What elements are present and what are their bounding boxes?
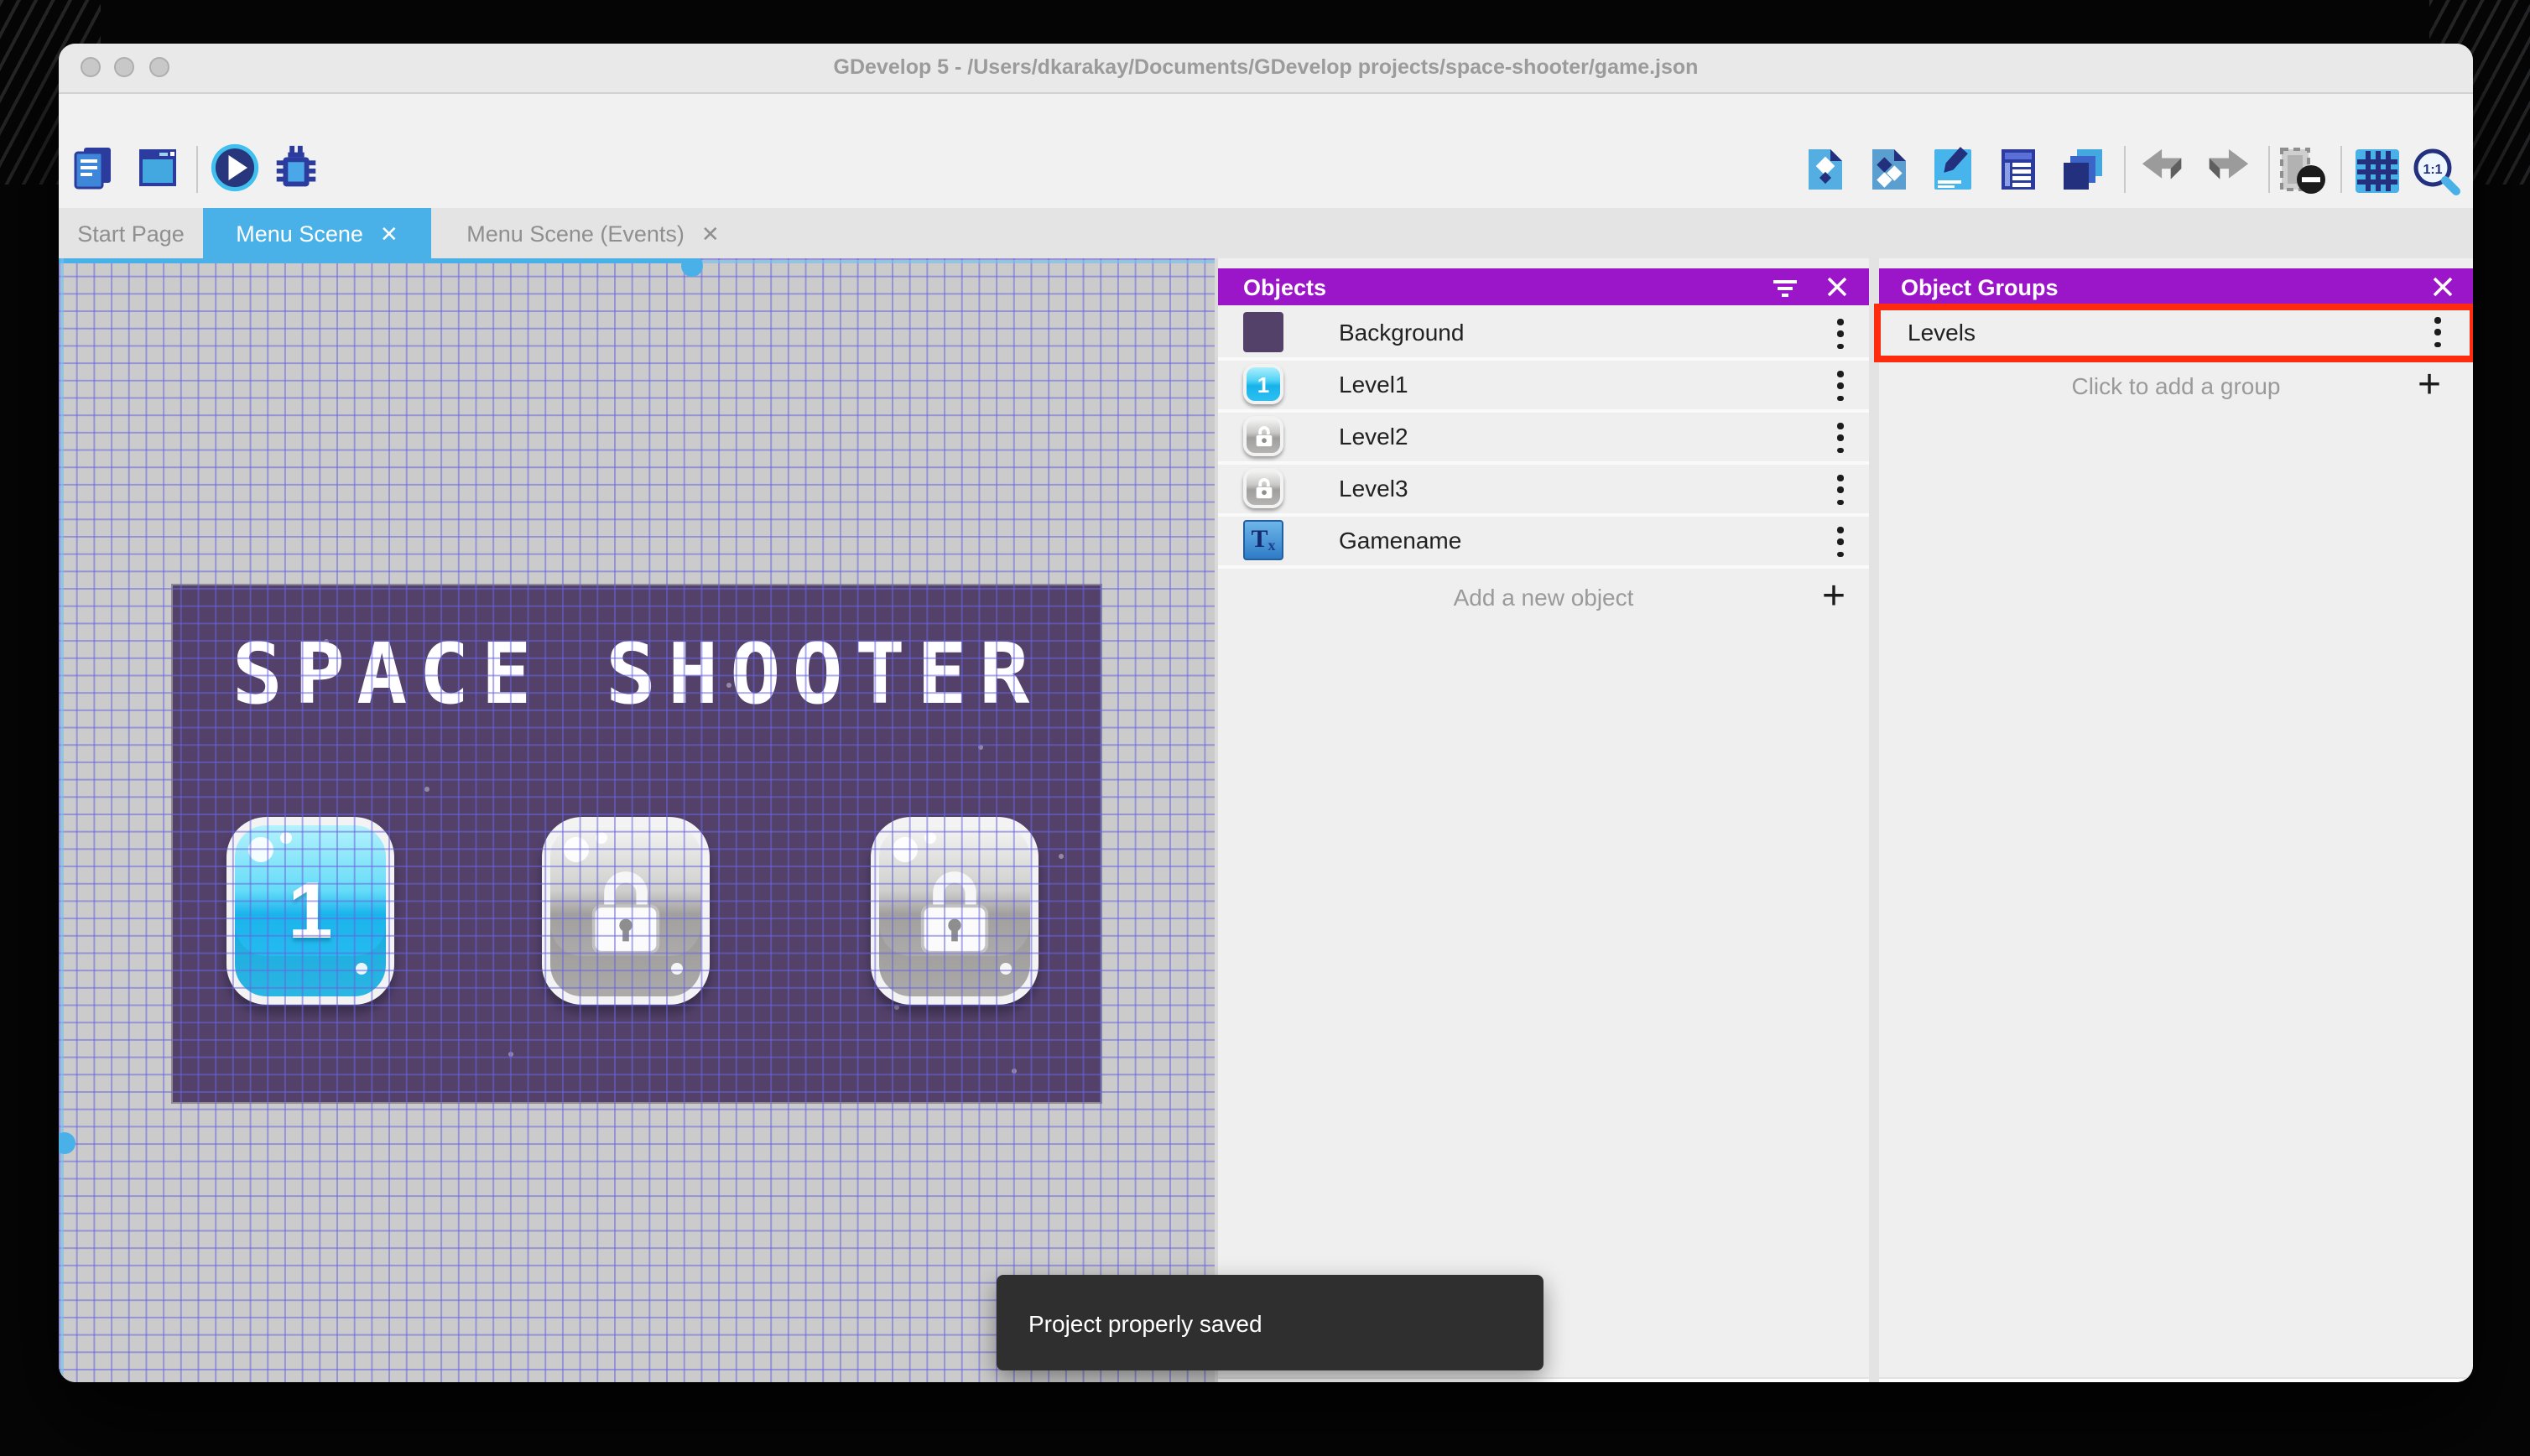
group-label: Levels (1908, 319, 1976, 346)
add-object-plus-icon[interactable]: + (1822, 569, 1845, 626)
level1-number: 1 (288, 866, 333, 955)
object-label: Background (1339, 319, 1465, 346)
object-groups-panel: Object Groups Levels Click to add a grou… (1874, 258, 2473, 1382)
toolbar-divider (2340, 146, 2342, 193)
edit-scene-icon[interactable] (1929, 146, 1976, 193)
tab-start-page[interactable]: Start Page (59, 208, 203, 258)
add-object-icon[interactable] (1802, 146, 1849, 193)
close-panel-icon[interactable] (1824, 273, 1851, 300)
tab-label: Start Page (77, 221, 185, 246)
add-group-plus-icon[interactable]: + (2418, 362, 2441, 409)
object-label: Gamename (1339, 527, 1462, 554)
object-label: Level1 (1339, 371, 1408, 398)
redo-icon[interactable] (2203, 146, 2251, 195)
object-menu-icon[interactable] (1829, 475, 1852, 505)
level2-locked-sprite[interactable] (542, 817, 710, 1005)
toolbar-divider (2124, 146, 2126, 193)
level1-thumbnail: 1 (1243, 364, 1283, 404)
objects-panel: Objects Background 1 Level1 Level2 Level… (1218, 258, 1869, 1382)
level3-thumbnail (1243, 468, 1283, 508)
toast-message: Project properly saved (1028, 1309, 1262, 1336)
object-menu-icon[interactable] (1829, 527, 1852, 557)
game-title-text: SPACE SHOOTER (232, 626, 1042, 723)
active-tab-indicator (203, 258, 431, 263)
objects-panel-header: Objects (1218, 268, 1869, 305)
tab-label: Menu Scene (Events) (466, 221, 685, 246)
close-tab-icon[interactable]: ✕ (701, 222, 720, 244)
preview-play-icon[interactable] (210, 143, 260, 193)
toggle-grid-icon[interactable] (2352, 146, 2402, 196)
panel-divider[interactable] (1869, 258, 1879, 1382)
groups-panel-title: Object Groups (1901, 274, 2059, 299)
level2-thumbnail (1243, 416, 1283, 456)
add-object-label: Add a new object (1453, 584, 1634, 611)
gamename-thumbnail: Tx (1243, 520, 1283, 560)
object-menu-icon[interactable] (1829, 371, 1852, 401)
debug-icon[interactable] (270, 143, 322, 195)
object-menu-icon[interactable] (1829, 423, 1852, 453)
background-thumbnail (1243, 312, 1283, 352)
gdevelop-window: GDevelop 5 - /Users/dkarakay/Documents/G… (59, 44, 2473, 1382)
horizontal-scrollbar-thumb[interactable] (681, 258, 703, 277)
groups-search-bar (1879, 1377, 2473, 1382)
svg-text:1:1: 1:1 (2423, 163, 2442, 177)
add-group-row[interactable]: Click to add a group + (1879, 362, 2473, 409)
game-scene-area[interactable]: SPACE SHOOTER 1 (171, 584, 1102, 1104)
undo-icon[interactable] (2139, 146, 2188, 195)
zoom-1-1-icon[interactable]: 1:1 (2411, 146, 2461, 196)
object-row-gamename[interactable]: Tx Gamename (1218, 517, 1869, 569)
project-manager-icon[interactable] (70, 144, 117, 191)
toolbar-divider (2268, 146, 2270, 193)
lock-icon (920, 871, 989, 954)
group-menu-icon[interactable] (2426, 317, 2449, 347)
object-menu-icon[interactable] (1829, 319, 1852, 349)
screenshot-root: GDevelop 5 - /Users/dkarakay/Documents/G… (0, 0, 2530, 1456)
object-label: Level3 (1339, 475, 1408, 502)
close-panel-icon[interactable] (2429, 273, 2456, 300)
thumbnail-letter: T (1251, 526, 1268, 553)
objects-panel-title: Objects (1243, 274, 1327, 299)
layers-icon[interactable] (2059, 146, 2106, 193)
levels-highlight-box: Levels (1874, 304, 2473, 362)
vertical-scrollbar-track[interactable] (60, 258, 64, 1382)
add-instance-icon[interactable] (1866, 146, 1913, 193)
groups-panel-header: Object Groups (1879, 268, 2473, 305)
level1-button-sprite[interactable]: 1 (226, 817, 394, 1005)
object-label: Level2 (1339, 423, 1408, 450)
vertical-scrollbar-thumb[interactable] (59, 1132, 75, 1154)
group-row-levels[interactable]: Levels (1881, 310, 2470, 356)
lock-icon (1255, 426, 1273, 447)
editor-tabs: Start Page Menu Scene ✕ Menu Scene (Even… (59, 208, 2473, 258)
add-group-label: Click to add a group (2071, 372, 2281, 399)
window-title: GDevelop 5 - /Users/dkarakay/Documents/G… (833, 55, 1699, 79)
add-object-row[interactable]: Add a new object + (1218, 569, 1869, 626)
main-toolbar: 1:1 (59, 94, 2473, 208)
object-row-level3[interactable]: Level3 (1218, 465, 1869, 517)
start-page-icon[interactable] (134, 144, 181, 191)
tab-label: Menu Scene (236, 221, 363, 246)
object-row-level1[interactable]: 1 Level1 (1218, 361, 1869, 413)
save-toast: Project properly saved (997, 1275, 1544, 1370)
close-tab-icon[interactable]: ✕ (380, 222, 398, 244)
filter-icon[interactable] (1772, 273, 1799, 300)
objects-list: Background 1 Level1 Level2 Level3 T x Ga… (1218, 309, 1869, 626)
scene-editor-canvas[interactable]: SPACE SHOOTER 1 (59, 258, 1215, 1382)
toggle-instance-mask-icon[interactable] (2277, 146, 2327, 196)
tab-menu-scene-events[interactable]: Menu Scene (Events) ✕ (431, 208, 755, 258)
object-row-background[interactable]: Background (1218, 309, 1869, 361)
lock-icon (591, 871, 660, 954)
lock-icon (1255, 478, 1273, 499)
thumbnail-letter-sub: x (1268, 537, 1276, 554)
thumbnail-number: 1 (1257, 372, 1270, 397)
scene-properties-icon[interactable] (1995, 146, 2042, 193)
objects-search-bar (1218, 1377, 1869, 1382)
title-bar: GDevelop 5 - /Users/dkarakay/Documents/G… (59, 44, 2473, 94)
toolbar-divider (196, 146, 198, 193)
tab-menu-scene[interactable]: Menu Scene ✕ (203, 208, 431, 258)
object-row-level2[interactable]: Level2 (1218, 413, 1869, 465)
level3-locked-sprite[interactable] (871, 817, 1039, 1005)
